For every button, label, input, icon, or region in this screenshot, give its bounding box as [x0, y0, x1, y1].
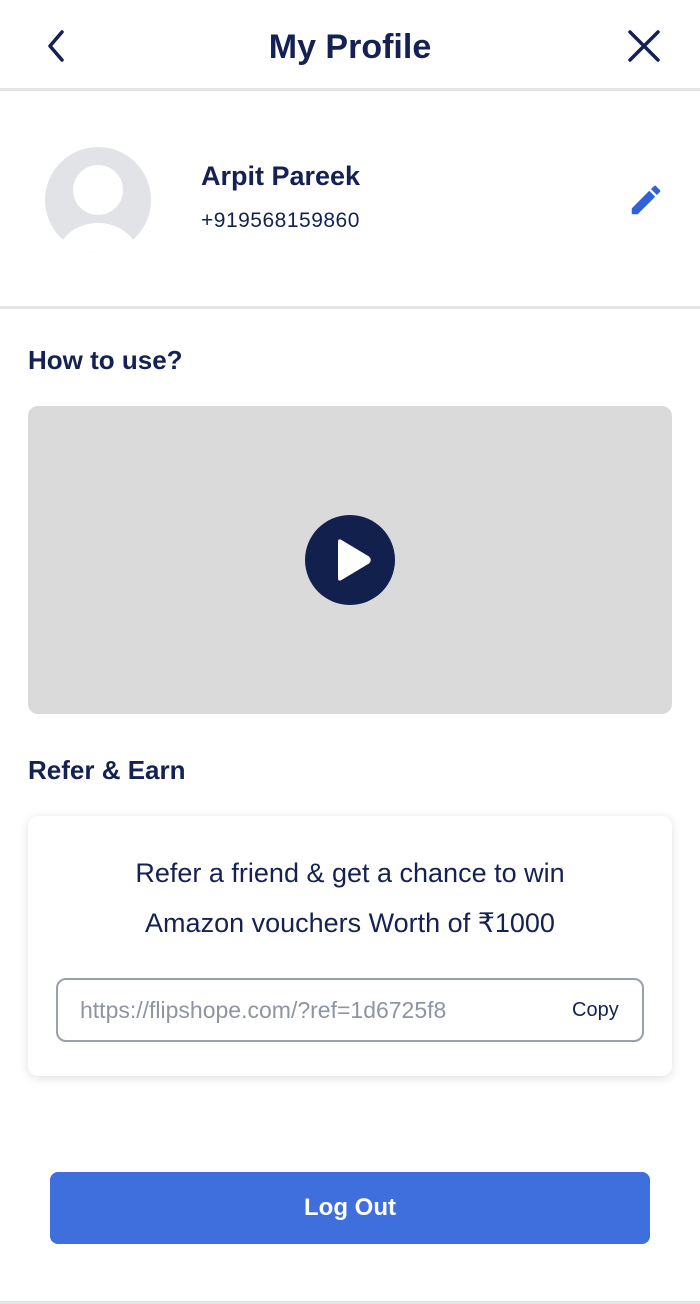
- copy-button[interactable]: Copy: [572, 996, 619, 1024]
- how-to-use-heading: How to use?: [28, 345, 183, 375]
- logout-button[interactable]: Log Out: [50, 1172, 650, 1244]
- profile-phone: +919568159860: [201, 209, 360, 232]
- refer-message: Refer a friend & get a chance to win Ama…: [28, 848, 672, 948]
- tutorial-video[interactable]: [28, 406, 672, 714]
- pencil-icon: [631, 185, 661, 215]
- header: My Profile: [0, 0, 700, 91]
- user-avatar-icon: [45, 147, 151, 253]
- play-button[interactable]: [305, 515, 395, 605]
- refer-message-line-2: Amazon vouchers Worth of ₹1000: [145, 908, 555, 938]
- page-title: My Profile: [268, 28, 432, 66]
- profile-card: Arpit Pareek +919568159860: [0, 94, 700, 309]
- play-icon: [338, 539, 371, 581]
- refer-card: Refer a friend & get a chance to win Ama…: [28, 816, 672, 1076]
- refer-earn-heading: Refer & Earn: [28, 755, 186, 785]
- close-icon: [628, 30, 660, 62]
- profile-name: Arpit Pareek: [201, 161, 361, 191]
- close-button[interactable]: [622, 24, 666, 68]
- referral-link-field[interactable]: [80, 988, 540, 1032]
- referral-link-box: Copy: [56, 978, 644, 1042]
- refer-message-line-1: Refer a friend & get a chance to win: [135, 858, 565, 888]
- edit-profile-button[interactable]: [624, 178, 668, 222]
- profile-screen: My Profile Arpit Pareek +919568159860 Ho…: [0, 0, 700, 1304]
